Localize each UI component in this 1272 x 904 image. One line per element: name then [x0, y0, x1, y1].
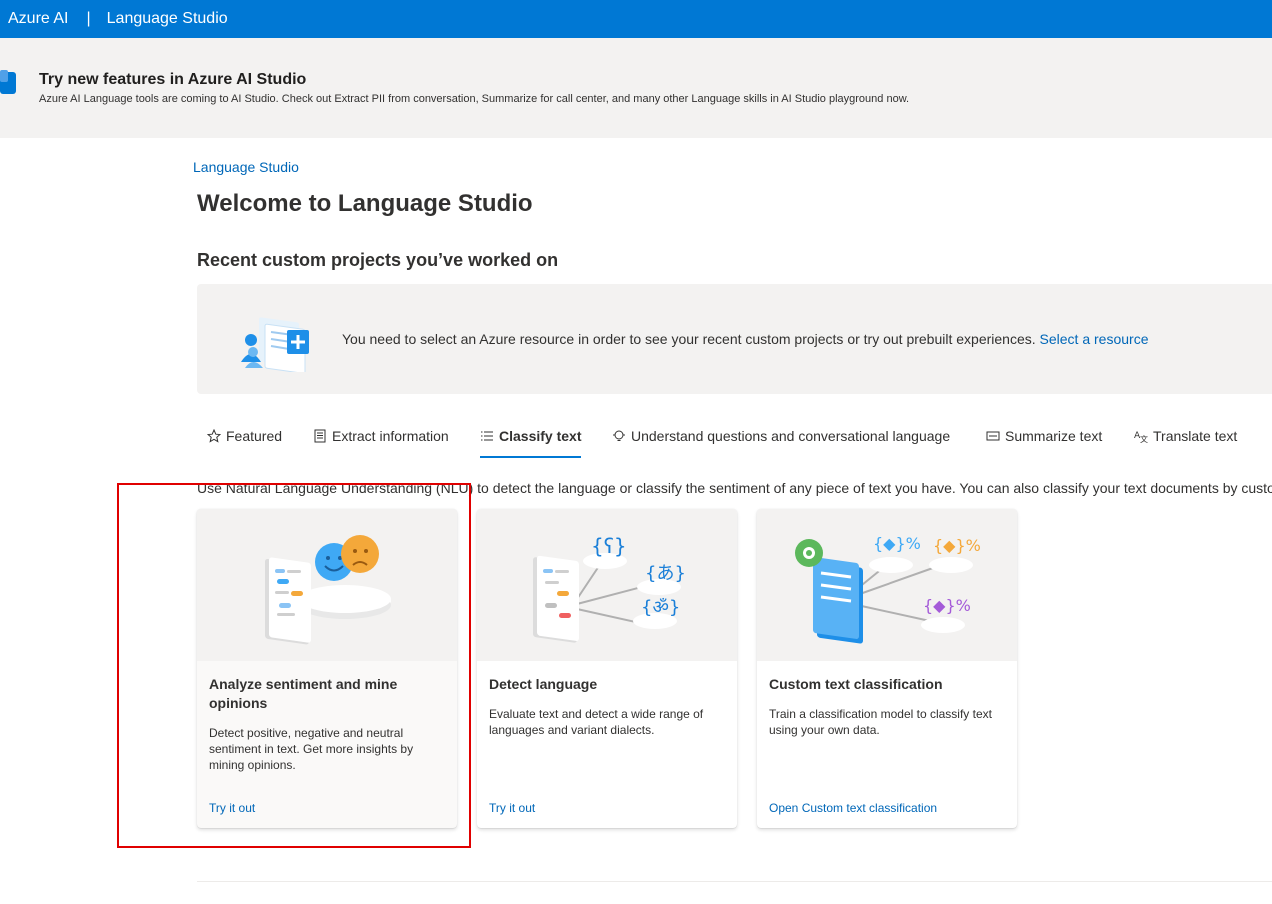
card-illustration: {ʕ} {あ} {ॐ}: [477, 509, 737, 661]
document-icon: [314, 429, 326, 443]
tab-classify-text[interactable]: Classify text: [480, 416, 582, 458]
azure-studio-icon: [0, 70, 16, 94]
tab-label: Understand questions and conversational …: [631, 428, 951, 444]
top-bar: Azure AI | Language Studio: [0, 0, 1272, 38]
card-description: Evaluate text and detect a wide range of…: [489, 707, 704, 737]
svg-text:{ʕ}: {ʕ}: [591, 534, 627, 558]
tab-description: Use Natural Language Understanding (NLU)…: [197, 480, 1272, 496]
notice-message: You need to select an Azure resource in …: [342, 331, 1036, 347]
svg-text:文: 文: [1140, 434, 1148, 443]
resource-illustration-icon: [241, 317, 309, 372]
card-detect-language[interactable]: {ʕ} {あ} {ॐ} Detect language Evaluate tex…: [477, 509, 737, 828]
card-title: Detect language: [489, 676, 598, 692]
card-illustration: [197, 509, 457, 661]
tab-extract-information[interactable]: Extract information: [313, 416, 449, 456]
card-illustration: {◆}% {◆}% {◆}%: [757, 509, 1017, 661]
translate-icon: A文: [1134, 431, 1148, 443]
card-title: Analyze sentiment and mine opinions: [209, 676, 398, 711]
tab-translate-text[interactable]: A文 Translate text: [1134, 416, 1237, 456]
tab-featured[interactable]: Featured: [207, 416, 282, 456]
banner-text: Azure AI Language tools are coming to AI…: [39, 93, 910, 105]
svg-text:{◆}%: {◆}%: [873, 534, 921, 553]
tab-label: Extract information: [332, 428, 449, 444]
notice-text: You need to select an Azure resource in …: [342, 331, 1148, 347]
svg-text:{ॐ}: {ॐ}: [641, 597, 680, 618]
tab-summarize-text[interactable]: Summarize text: [986, 416, 1102, 456]
ai-studio-banner: Try new features in Azure AI Studio Azur…: [0, 38, 1272, 138]
svg-text:{◆}%: {◆}%: [933, 536, 981, 555]
tab-label: Translate text: [1153, 428, 1238, 444]
svg-text:{◆}%: {◆}%: [923, 596, 971, 615]
select-resource-notice: You need to select an Azure resource in …: [197, 284, 1272, 394]
language-detection-icon: {ʕ} {あ} {ॐ}: [533, 534, 686, 643]
tab-label: Summarize text: [1005, 428, 1103, 444]
tab-label: Featured: [226, 428, 283, 444]
section-divider: [197, 881, 1272, 882]
try-it-out-link[interactable]: Try it out: [489, 801, 535, 815]
product-name[interactable]: Language Studio: [107, 10, 228, 28]
banner-title: Try new features in Azure AI Studio: [39, 71, 307, 88]
star-icon: [207, 429, 221, 443]
card-description: Train a classification model to classify…: [769, 707, 992, 737]
open-custom-text-classification-link[interactable]: Open Custom text classification: [769, 801, 937, 815]
breadcrumb[interactable]: Language Studio: [193, 159, 299, 175]
custom-classification-icon: {◆}% {◆}% {◆}%: [795, 534, 981, 644]
tab-understand-questions[interactable]: Understand questions and conversational …: [612, 416, 950, 456]
svg-text:{あ}: {あ}: [645, 563, 686, 584]
page-title: Welcome to Language Studio: [197, 190, 533, 217]
select-resource-link[interactable]: Select a resource: [1040, 331, 1149, 347]
card-analyze-sentiment[interactable]: Analyze sentiment and mine opinions Dete…: [197, 509, 457, 828]
azure-ai-brand[interactable]: Azure AI: [8, 10, 68, 28]
list-icon: [481, 431, 493, 441]
brand-separator: |: [86, 10, 91, 27]
card-custom-text-classification[interactable]: {◆}% {◆}% {◆}% Custom text classificatio…: [757, 509, 1017, 828]
sentiment-faces-icon: [265, 535, 391, 645]
chat-bulb-icon: [613, 430, 625, 441]
card-description: Detect positive, negative and neutral se…: [209, 726, 414, 772]
card-title: Custom text classification: [769, 676, 943, 692]
try-it-out-link[interactable]: Try it out: [209, 801, 255, 815]
tab-label: Classify text: [499, 428, 582, 444]
summary-icon: [986, 431, 1000, 441]
recent-projects-heading: Recent custom projects you’ve worked on: [197, 250, 559, 270]
